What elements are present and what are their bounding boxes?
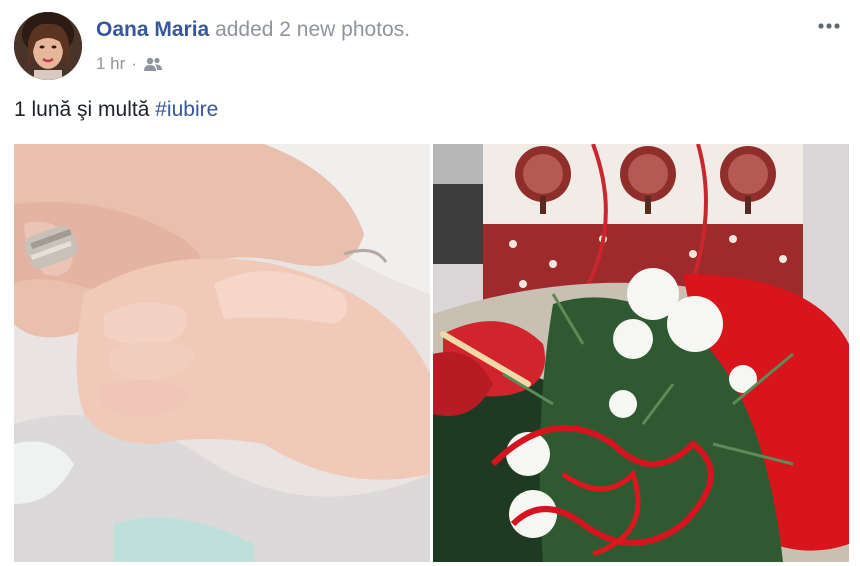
more-options-icon [818,23,840,29]
meta-separator: · [131,54,137,73]
post-body-text: 1 lună şi multă [14,98,156,121]
hashtag-link[interactable]: #iubire [155,98,218,121]
post-meta: 1 hr · [96,54,163,74]
avatar[interactable] [14,12,82,80]
avatar-image [14,12,82,80]
friends-icon[interactable] [143,56,163,72]
photo-baby-hand[interactable] [14,144,430,562]
post-action-text: added 2 new photos. [215,18,411,41]
author-name[interactable]: Oana Maria [96,18,209,41]
baby-hand-image [14,144,430,562]
author-line: Oana Maria added 2 new photos. [96,18,410,42]
post-timestamp[interactable]: 1 hr [96,54,125,74]
post-text: 1 lună şi multă #iubire [14,98,218,122]
more-options-button[interactable] [814,14,844,38]
flowers-gift-image [433,144,849,562]
post-header: Oana Maria added 2 new photos. 1 hr · [14,12,846,82]
photo-flowers-gift[interactable] [433,144,849,562]
